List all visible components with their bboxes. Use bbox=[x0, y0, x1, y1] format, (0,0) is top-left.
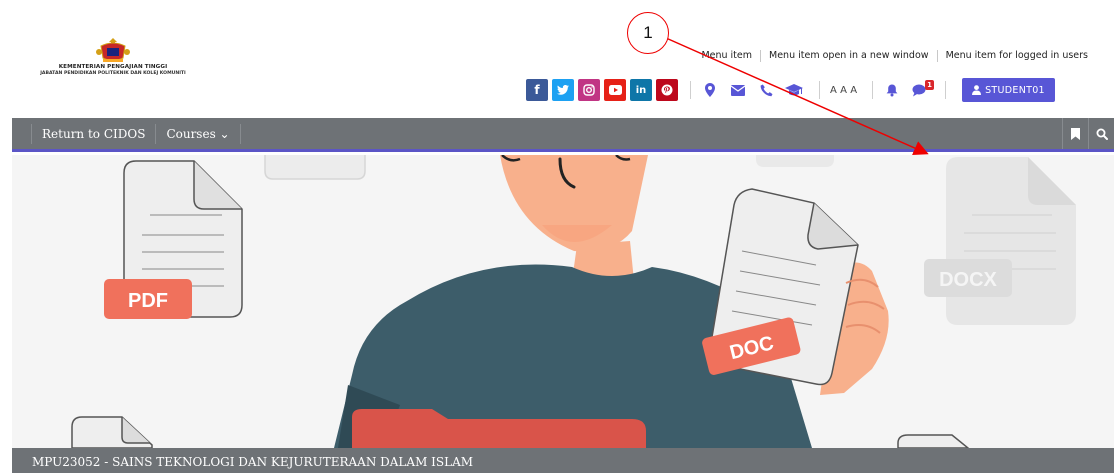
course-title: MPU23052 - SAINS TEKNOLOGI DAN KEJURUTER… bbox=[32, 455, 474, 469]
nav-courses-dropdown[interactable]: Courses ⌄ bbox=[155, 123, 241, 144]
course-title-bar: MPU23052 - SAINS TEKNOLOGI DAN KEJURUTER… bbox=[12, 448, 1114, 473]
facebook-icon[interactable]: f bbox=[526, 79, 548, 101]
ministry-logo[interactable]: KEMENTERIAN PENGAJIAN TINGGI JABATAN PEN… bbox=[18, 36, 208, 84]
top-menu: Menu item Menu item open in a new window… bbox=[693, 50, 1096, 62]
twitter-icon[interactable] bbox=[552, 79, 574, 101]
instagram-icon[interactable] bbox=[578, 79, 600, 101]
header-icons: f in AAA 1 STUDENT01 bbox=[526, 78, 1055, 102]
divider bbox=[690, 81, 691, 99]
docx-label: DOCX bbox=[939, 269, 997, 291]
divider bbox=[945, 81, 947, 99]
logo-ministry-name: KEMENTERIAN PENGAJIAN TINGGI bbox=[58, 64, 168, 70]
search-icon[interactable] bbox=[1088, 118, 1114, 149]
main-navbar: Return to CIDOS Courses ⌄ bbox=[12, 118, 1114, 152]
phone-icon[interactable] bbox=[755, 79, 777, 101]
annotation-number: 1 bbox=[643, 23, 653, 42]
page: KEMENTERIAN PENGAJIAN TINGGI JABATAN PEN… bbox=[0, 0, 1114, 473]
messages-icon[interactable]: 1 bbox=[909, 79, 935, 101]
hero-illustration: PDF DOC DOCX bbox=[71, 155, 1076, 448]
bell-icon[interactable] bbox=[881, 79, 903, 101]
nav-return-to-cidos[interactable]: Return to CIDOS bbox=[31, 123, 155, 144]
crest-icon bbox=[96, 38, 130, 62]
user-name-label: STUDENT01 bbox=[985, 84, 1045, 96]
pdf-label: PDF bbox=[128, 290, 168, 312]
map-marker-icon[interactable] bbox=[699, 79, 721, 101]
font-size-toggle[interactable]: AAA bbox=[830, 85, 860, 96]
menu-item-logged-in-link[interactable]: Menu item for logged in users bbox=[936, 50, 1096, 62]
message-count-badge: 1 bbox=[925, 80, 935, 90]
menu-item-link[interactable]: Menu item bbox=[693, 50, 760, 62]
pinterest-icon[interactable] bbox=[656, 79, 678, 101]
course-hero-image: PDF DOC DOCX bbox=[12, 155, 1114, 448]
logo-department-name: JABATAN PENDIDIKAN POLITEKNIK DAN KOLEJ … bbox=[40, 71, 186, 76]
user-menu-button[interactable]: STUDENT01 bbox=[962, 78, 1055, 102]
navbar-actions bbox=[1062, 118, 1114, 149]
linkedin-icon[interactable]: in bbox=[630, 79, 652, 101]
site-header: KEMENTERIAN PENGAJIAN TINGGI JABATAN PEN… bbox=[0, 0, 1114, 118]
divider bbox=[819, 81, 820, 99]
graduation-cap-icon[interactable] bbox=[783, 79, 805, 101]
envelope-icon[interactable] bbox=[727, 79, 749, 101]
bookmark-icon[interactable] bbox=[1062, 118, 1088, 149]
youtube-icon[interactable] bbox=[604, 79, 626, 101]
menu-item-new-window-link[interactable]: Menu item open in a new window bbox=[760, 50, 937, 62]
divider bbox=[872, 81, 874, 99]
annotation-marker: 1 bbox=[627, 12, 669, 54]
user-icon bbox=[972, 85, 982, 95]
